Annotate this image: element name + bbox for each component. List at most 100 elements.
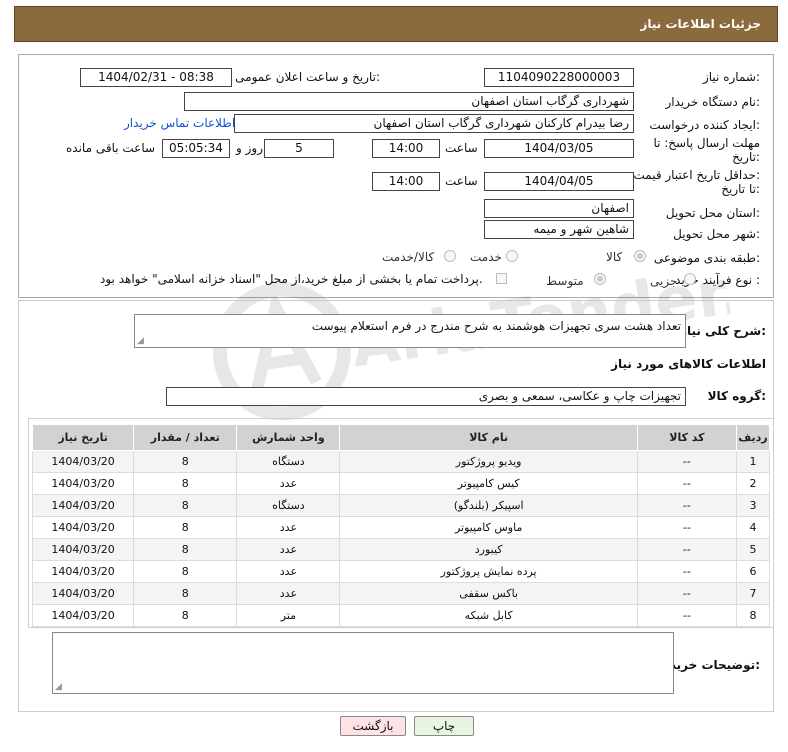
reply-deadline-label-2: تاریخ: (732, 150, 760, 164)
price-validity-time-label: ساعت (445, 174, 478, 188)
requester-field: رضا بیدرام کارکنان شهرداری گرگاب استان ا… (234, 114, 634, 133)
category-option-goods: کالا (606, 250, 623, 264)
cell-unit: عدد (236, 472, 341, 495)
reply-date-field: 1404/03/05 (484, 139, 634, 158)
cell-unit: عدد (236, 538, 341, 561)
remaining-time-label: ساعت باقی مانده (66, 141, 156, 155)
cell-unit: عدد (236, 560, 341, 583)
cell-unit: عدد (236, 582, 341, 605)
cell-code: -- (636, 450, 737, 473)
category-option-service: خدمت (470, 250, 502, 264)
cell-date: 1404/03/20 (31, 560, 135, 583)
price-validity-date-field: 1404/04/05 (484, 172, 634, 191)
buyer-org-label: نام دستگاه خریدار: (665, 95, 761, 109)
cell-code: -- (636, 516, 737, 539)
process-radio-minor[interactable] (684, 273, 696, 285)
price-validity-label-2: تا تاریخ: (721, 182, 760, 196)
cell-unit: عدد (236, 516, 341, 539)
cell-row-num: 4 (735, 516, 771, 539)
cell-code: -- (636, 538, 737, 561)
category-radio-service[interactable] (506, 250, 518, 262)
cell-qty: 8 (133, 450, 238, 473)
cell-code: -- (636, 582, 737, 605)
cell-row-num: 3 (735, 494, 771, 517)
resize-handle-icon[interactable]: ◢ (55, 683, 63, 692)
cell-name: کیبورد (339, 538, 638, 561)
cell-qty: 8 (133, 604, 238, 627)
category-option-both: کالا/خدمت (382, 250, 435, 264)
process-option-medium: متوسط (546, 274, 584, 288)
page-header: جزئیات اطلاعات نیاز (14, 6, 778, 42)
col-header-code: کد کالا (636, 424, 737, 451)
announce-datetime-label: تاریخ و ساعت اعلان عمومی: (235, 70, 380, 84)
page-title: جزئیات اطلاعات نیاز (640, 17, 761, 31)
col-header-date: تاریخ نیاز (31, 424, 135, 451)
need-number-label: شماره نیاز: (702, 70, 760, 84)
cell-name: اسپیکر (بلندگو) (339, 494, 638, 517)
buyer-contact-link[interactable]: اطلاعات تماس خریدار (124, 116, 235, 130)
cell-row-num: 6 (735, 560, 771, 583)
cell-name: پرده نمایش پروژکتور (339, 560, 638, 583)
col-header-row-num: ردیف (735, 424, 771, 451)
cell-unit: دستگاه (236, 494, 341, 517)
cell-date: 1404/03/20 (31, 472, 135, 495)
cell-qty: 8 (133, 494, 238, 517)
delivery-province-field: اصفهان (484, 199, 634, 218)
reply-days-label: روز و (236, 141, 263, 155)
category-radio-goods[interactable] (634, 250, 646, 262)
print-button[interactable]: چاپ (414, 716, 474, 736)
category-label: طبقه بندی موضوعی: (653, 251, 760, 265)
cell-qty: 8 (133, 472, 238, 495)
process-option-minor: جزیی (650, 274, 678, 288)
announce-datetime-field: 1404/02/31 - 08:38 (80, 68, 232, 87)
cell-date: 1404/03/20 (31, 494, 135, 517)
cell-date: 1404/03/20 (31, 516, 135, 539)
table-row: 3 -- اسپیکر (بلندگو) دستگاه 8 1404/03/20 (31, 494, 771, 517)
col-header-qty: تعداد / مقدار (133, 424, 238, 451)
table-row: 4 -- ماوس کامپیوتر عدد 8 1404/03/20 (31, 516, 771, 539)
price-validity-label-1: حداقل تاریخ اعتبار قیمت: (633, 168, 760, 182)
cell-qty: 8 (133, 538, 238, 561)
cell-qty: 8 (133, 516, 238, 539)
treasury-payment-checkbox[interactable] (496, 273, 507, 284)
table-row: 5 -- کیبورد عدد 8 1404/03/20 (31, 538, 771, 561)
requester-label: ایجاد کننده درخواست: (649, 118, 760, 132)
table-row: 8 -- کابل شبکه متر 8 1404/03/20 (31, 604, 771, 627)
cell-date: 1404/03/20 (31, 538, 135, 561)
cell-unit: متر (236, 604, 341, 627)
delivery-city-label: شهر محل تحویل: (673, 227, 760, 241)
cell-date: 1404/03/20 (31, 604, 135, 627)
category-radio-both[interactable] (444, 250, 456, 262)
price-validity-time-field: 14:00 (372, 172, 440, 191)
table-row: 7 -- باکس سقفی عدد 8 1404/03/20 (31, 582, 771, 605)
cell-qty: 8 (133, 582, 238, 605)
cell-name: کابل شبکه (339, 604, 638, 627)
cell-name: ماوس کامپیوتر (339, 516, 638, 539)
cell-code: -- (636, 604, 737, 627)
buyer-org-field: شهرداری گرگاب استان اصفهان (184, 92, 634, 111)
process-radio-medium[interactable] (594, 273, 606, 285)
reply-time-label: ساعت (445, 141, 478, 155)
delivery-city-field: شاهین شهر و میمه (484, 220, 634, 239)
cell-name: کیس کامپیوتر (339, 472, 638, 495)
cell-name: ویدیو پروژکتور (339, 450, 638, 473)
cell-row-num: 2 (735, 472, 771, 495)
cell-row-num: 7 (735, 582, 771, 605)
reply-time-field: 14:00 (372, 139, 440, 158)
col-header-name: نام کالا (339, 424, 638, 451)
cell-name: باکس سقفی (339, 582, 638, 605)
reply-days-field: 5 (264, 139, 334, 158)
cell-code: -- (636, 560, 737, 583)
reply-deadline-label-1: مهلت ارسال پاسخ: تا (653, 136, 760, 150)
table-row: 2 -- کیس کامپیوتر عدد 8 1404/03/20 (31, 472, 771, 495)
cell-date: 1404/03/20 (31, 450, 135, 473)
cell-date: 1404/03/20 (31, 582, 135, 605)
table-header-row: ردیف کد کالا نام کالا واحد شمارش تعداد /… (31, 424, 771, 451)
back-button[interactable]: بازگشت (340, 716, 406, 736)
items-table: ردیف کد کالا نام کالا واحد شمارش تعداد /… (31, 424, 771, 627)
col-header-unit: واحد شمارش (236, 424, 341, 451)
table-row: 6 -- پرده نمایش پروژکتور عدد 8 1404/03/2… (31, 560, 771, 583)
cell-unit: دستگاه (236, 450, 341, 473)
treasury-payment-note: پرداخت تمام یا بخشی از مبلغ خرید،از محل … (100, 272, 483, 286)
buyer-notes-textarea[interactable]: ◢ (52, 632, 674, 694)
